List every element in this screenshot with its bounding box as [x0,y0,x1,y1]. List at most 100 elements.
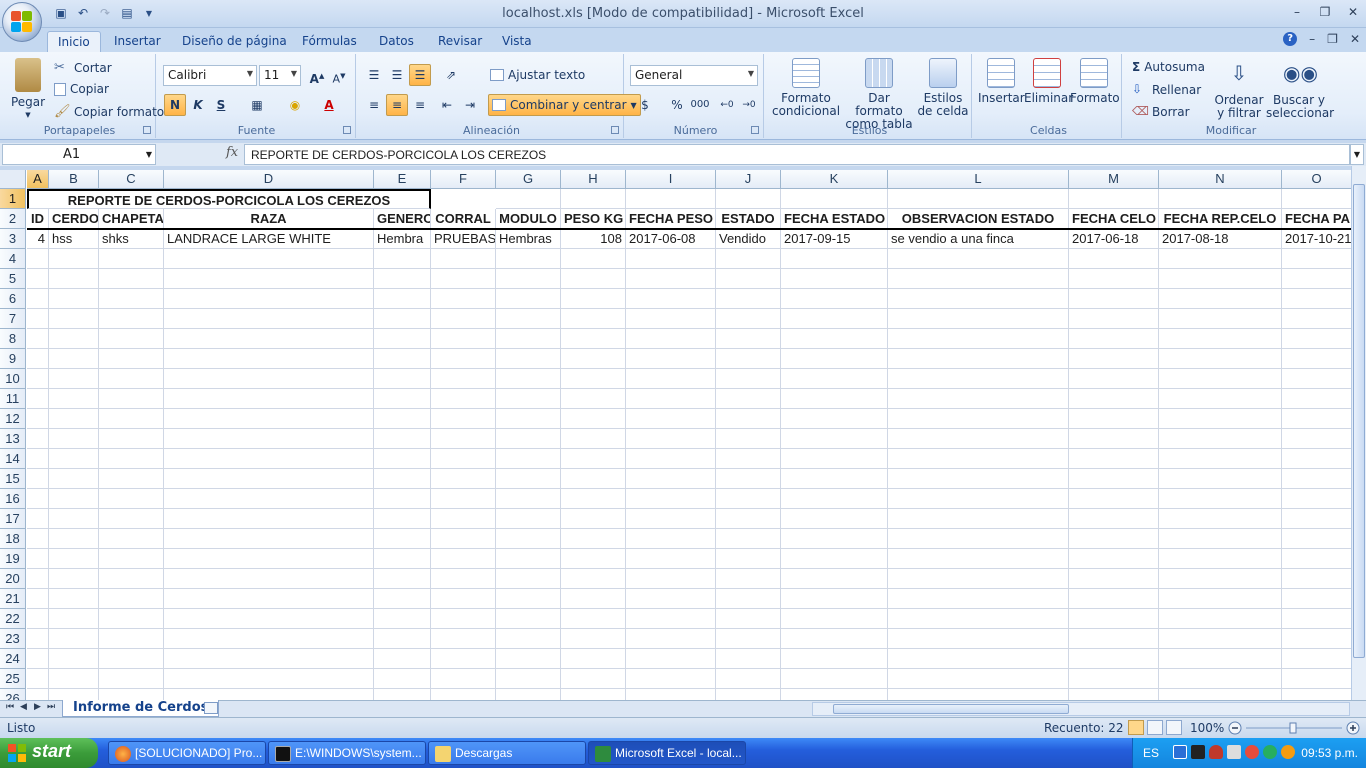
percent-button[interactable]: % [666,94,688,116]
horizontal-scrollbar[interactable] [812,702,1350,716]
empty-cell[interactable] [374,329,431,349]
empty-cell[interactable] [781,349,888,369]
row-header[interactable]: 4 [0,249,26,269]
empty-cell[interactable] [561,529,626,549]
page-layout-view-icon[interactable] [1147,720,1163,735]
empty-cell[interactable] [781,509,888,529]
empty-cell[interactable] [49,669,99,689]
empty-cell[interactable] [888,329,1069,349]
empty-cell[interactable] [496,569,561,589]
table-cell[interactable]: 2017-09-15 [781,229,888,249]
empty-cell[interactable] [164,669,374,689]
empty-cell[interactable] [626,609,716,629]
column-header[interactable]: F [431,170,496,189]
empty-cell[interactable] [27,249,49,269]
table-header-cell[interactable]: ESTADO [716,209,781,229]
empty-cell[interactable] [781,649,888,669]
empty-cell[interactable] [1282,629,1351,649]
empty-cell[interactable] [1159,309,1282,329]
empty-cell[interactable] [496,309,561,329]
table-cell[interactable]: 2017-10-21 [1282,229,1351,249]
console-tray-icon[interactable] [1191,745,1205,759]
empty-cell[interactable] [49,549,99,569]
empty-cell[interactable] [431,509,496,529]
empty-cell[interactable] [781,469,888,489]
empty-cell[interactable] [99,469,164,489]
empty-cell[interactable] [27,569,49,589]
column-header[interactable]: K [781,170,888,189]
empty-cell[interactable] [1282,289,1351,309]
empty-cell[interactable] [1159,289,1282,309]
empty-cell[interactable] [781,409,888,429]
empty-cell[interactable] [1159,349,1282,369]
table-cell[interactable]: LANDRACE LARGE WHITE [164,229,374,249]
empty-cell[interactable] [1282,329,1351,349]
empty-cell[interactable] [716,309,781,329]
empty-cell[interactable] [716,269,781,289]
table-cell[interactable]: Vendido [716,229,781,249]
empty-cell[interactable] [496,249,561,269]
empty-cell[interactable] [374,369,431,389]
tab-insertar[interactable]: Insertar [104,31,171,53]
empty-cell[interactable] [374,489,431,509]
empty-cell[interactable] [496,529,561,549]
empty-cell[interactable] [1159,569,1282,589]
empty-cell[interactable] [781,269,888,289]
empty-cell[interactable] [431,629,496,649]
empty-cell[interactable] [781,569,888,589]
expand-formula-icon[interactable]: ▼ [1350,144,1364,165]
empty-cell[interactable] [27,309,49,329]
tab-inicio[interactable]: Inicio [47,31,101,53]
empty-cell[interactable] [1069,529,1159,549]
empty-cell[interactable] [374,669,431,689]
shield-icon[interactable] [1209,745,1223,759]
empty-cell[interactable] [27,629,49,649]
empty-cell[interactable] [164,289,374,309]
empty-cell[interactable] [1069,509,1159,529]
help-icon[interactable]: ? [1283,32,1298,46]
table-cell[interactable]: Hembra [374,229,431,249]
empty-cell[interactable] [496,689,561,700]
antivirus-icon[interactable] [1245,745,1259,759]
empty-cell[interactable] [1159,249,1282,269]
empty-cell[interactable] [99,409,164,429]
empty-cell[interactable] [99,589,164,609]
table-cell[interactable]: shks [99,229,164,249]
decrease-decimal-icon[interactable]: →0 [738,94,760,116]
empty-cell[interactable] [496,269,561,289]
empty-cell[interactable] [1282,529,1351,549]
row-header[interactable]: 16 [0,489,26,509]
empty-cell[interactable] [164,469,374,489]
empty-cell[interactable] [1159,649,1282,669]
font-name-select[interactable]: Calibri ▼ [163,65,257,86]
empty-cell[interactable] [99,549,164,569]
row-header[interactable]: 5 [0,269,26,289]
empty-cell[interactable] [561,329,626,349]
taskbar-item-downloads[interactable]: Descargas [428,741,586,765]
empty-cell[interactable] [49,589,99,609]
empty-cell[interactable] [1282,509,1351,529]
empty-cell[interactable] [49,349,99,369]
row-header[interactable]: 21 [0,589,26,609]
empty-cell[interactable] [431,429,496,449]
empty-cell[interactable] [431,309,496,329]
empty-cell[interactable] [716,469,781,489]
empty-cell[interactable] [1069,449,1159,469]
empty-cell[interactable] [496,629,561,649]
empty-cell[interactable] [888,309,1069,329]
empty-cell[interactable] [49,389,99,409]
empty-cell[interactable] [888,629,1069,649]
underline-button[interactable]: S [210,94,232,116]
empty-cell[interactable] [781,689,888,700]
empty-cell[interactable] [99,569,164,589]
ribbon-close-icon[interactable]: ✕ [1350,32,1360,46]
empty-cell[interactable] [561,289,626,309]
empty-cell[interactable] [1282,449,1351,469]
taskbar-item-command-prompt[interactable]: E:\WINDOWS\system... [268,741,426,765]
row-header[interactable]: 17 [0,509,26,529]
empty-cell[interactable] [1069,269,1159,289]
empty-cell[interactable] [626,389,716,409]
empty-cell[interactable] [431,669,496,689]
empty-cell[interactable] [716,609,781,629]
empty-cell[interactable] [1159,669,1282,689]
